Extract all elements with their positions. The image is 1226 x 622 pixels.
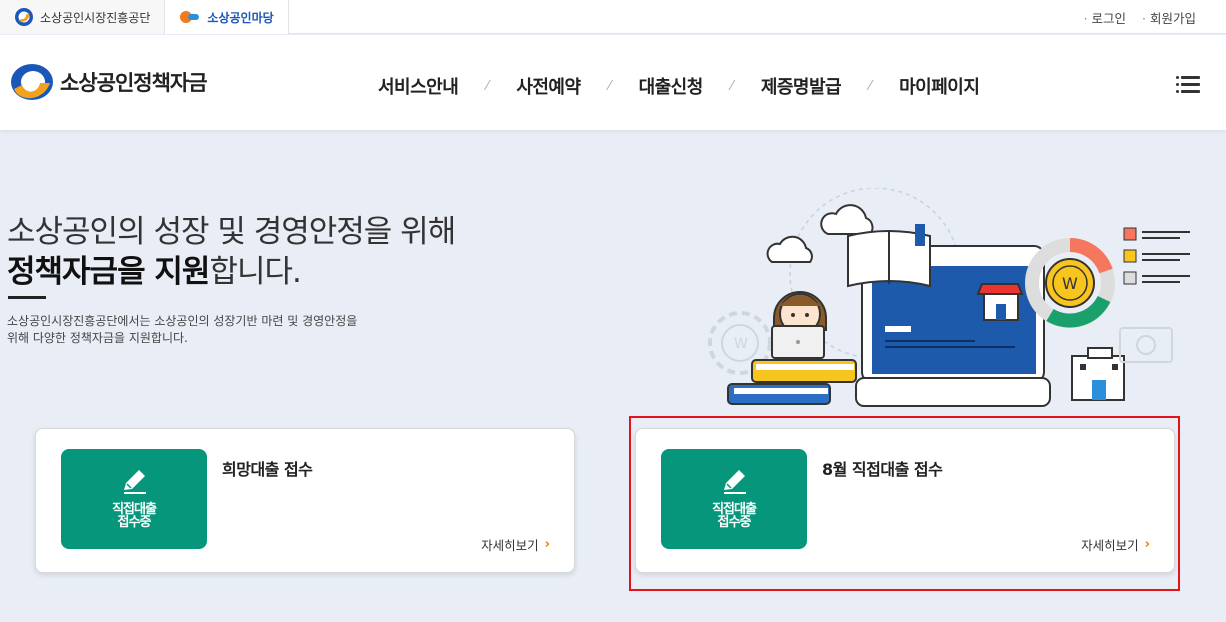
person-icon	[771, 291, 827, 359]
family-site-madang[interactable]: 소상공인마당	[165, 0, 289, 34]
status-badge: 직접대출 접수중	[61, 449, 207, 549]
hamburger-icon[interactable]	[1176, 76, 1200, 94]
svg-text:W: W	[734, 336, 748, 352]
card-title: 희망대출 접수	[222, 460, 313, 479]
family-site-semas[interactable]: 소상공인시장진흥공단	[0, 0, 166, 34]
svg-text:W: W	[1062, 274, 1078, 293]
nav-service-info[interactable]: 서비스안내	[378, 73, 459, 99]
view-details-label: 자세히보기	[481, 538, 539, 553]
logo-text: 소상공인정책자금	[60, 71, 208, 95]
family-site-label: 소상공인마당	[207, 10, 274, 25]
loan-card-hope[interactable]: 직접대출 접수중 희망대출 접수 자세히보기 ›	[35, 428, 575, 573]
nav-separator: ⁄	[730, 78, 733, 94]
nav-my-page[interactable]: 마이페이지	[899, 73, 980, 99]
logo-icon	[11, 64, 53, 100]
chevron-right-icon: ›	[544, 537, 550, 552]
hero-illustration: W W	[708, 188, 1190, 407]
signup-link[interactable]: 회원가입	[1142, 8, 1196, 27]
top-utility-bar: 소상공인시장진흥공단 소상공인마당 로그인 회원가입	[0, 0, 1226, 34]
nav-separator: ⁄	[486, 78, 489, 94]
open-book-icon	[847, 224, 931, 288]
nav-certificate-issue[interactable]: 제증명발급	[761, 73, 842, 99]
money-icon	[1119, 327, 1173, 363]
hero-description: 소상공인시장진흥공단에서는 소상공인의 성장기반 마련 및 경영안정을 위해 다…	[7, 314, 358, 345]
family-site-label: 소상공인시장진흥공단	[40, 10, 151, 25]
main-header: 소상공인정책자금 서비스안내 ⁄ 사전예약 ⁄ 대출신청 ⁄ 제증명발급 ⁄ 마…	[0, 35, 1226, 130]
nav-loan-application[interactable]: 대출신청	[639, 73, 704, 99]
hero-title-rest: 합니다.	[209, 254, 301, 290]
nav-separator: ⁄	[869, 78, 872, 94]
legend-icon	[1123, 227, 1190, 285]
semas-logo-icon	[15, 8, 33, 26]
building-icon	[1071, 347, 1125, 401]
badge-text: 직접대출 접수중	[61, 503, 207, 529]
site-logo[interactable]: 소상공인정책자금	[10, 63, 208, 101]
pencil-icon	[124, 470, 146, 494]
hero-title-line1: 소상공인의 성장 및 경영안정을 위해	[7, 214, 456, 250]
family-site-links: 소상공인시장진흥공단 소상공인마당	[0, 0, 289, 34]
hero-title-bold: 정책자금을 지원	[7, 254, 210, 290]
login-link[interactable]: 로그인	[1084, 8, 1126, 27]
main-nav: 서비스안내 ⁄ 사전예약 ⁄ 대출신청 ⁄ 제증명발급 ⁄ 마이페이지	[378, 73, 980, 99]
badge-line2: 접수중	[117, 515, 152, 530]
nav-separator: ⁄	[608, 78, 611, 94]
nav-pre-reservation[interactable]: 사전예약	[516, 73, 581, 99]
view-details-link[interactable]: 자세히보기 ›	[481, 535, 550, 554]
madang-logo-icon	[180, 11, 200, 23]
hero-title: 소상공인의 성장 및 경영안정을 위해 정책자금을 지원합니다.	[7, 212, 456, 292]
highlight-box	[629, 416, 1180, 591]
utility-links: 로그인 회원가입	[1084, 0, 1196, 34]
hero-divider	[8, 296, 46, 299]
books-icon	[727, 359, 857, 405]
